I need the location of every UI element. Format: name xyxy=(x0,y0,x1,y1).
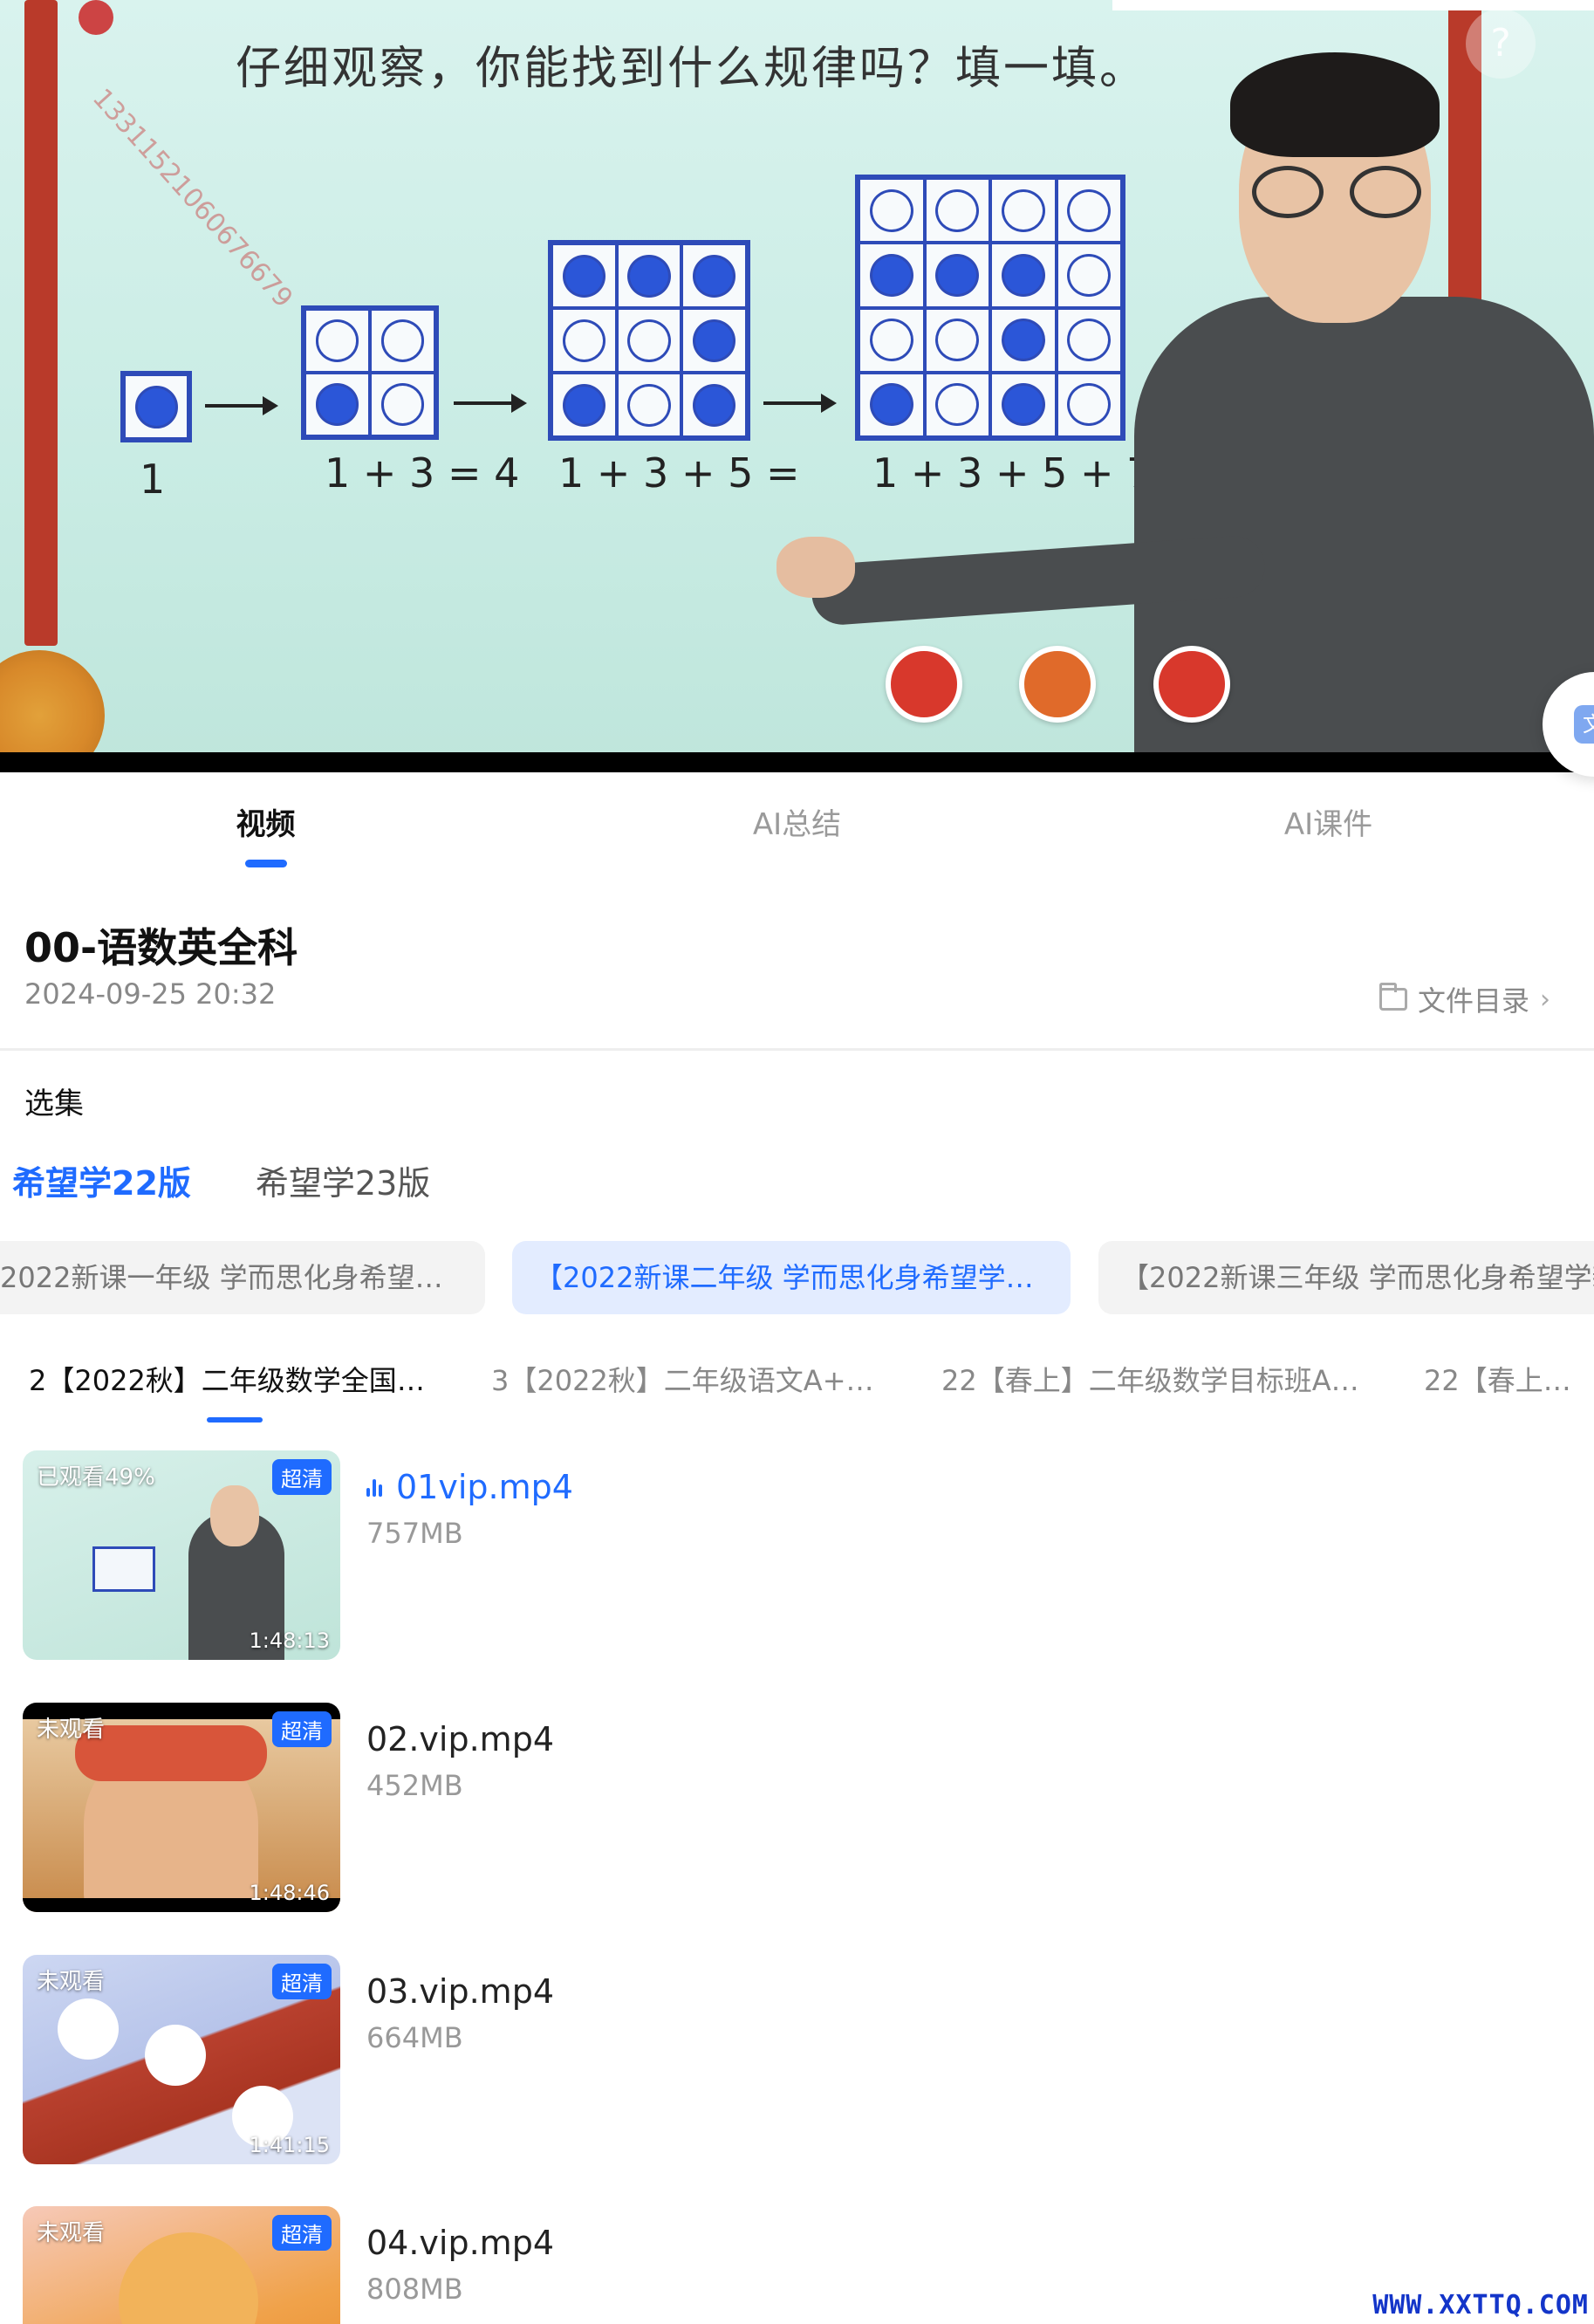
watch-status: 已观看49% xyxy=(37,1464,155,1491)
decor-pillar xyxy=(24,0,58,646)
upload-date: 2024-09-25 20:32 xyxy=(24,977,277,1011)
episode-item[interactable]: 未观看 超清 1:41:15 03.vip.mp4 664MB xyxy=(0,1955,1594,2182)
episode-title: 03.vip.mp4 xyxy=(366,1972,554,2011)
course-subtabs: 2【2022秋】二年级数学全国版... 3【2022秋】二年级语文A+王越 22… xyxy=(0,1354,1594,1424)
player-bottom-bar[interactable] xyxy=(0,752,1594,772)
grade-chip[interactable]: 【2022新课二年级 学而思化身希望学新... xyxy=(512,1241,1071,1314)
tab-video[interactable]: 视频 xyxy=(0,777,531,873)
arrow-icon xyxy=(454,394,527,413)
divider xyxy=(0,1048,1594,1051)
grade-chip[interactable]: 2022新课一年级 学而思化身希望学... xyxy=(0,1241,485,1314)
chevron-right-icon: › xyxy=(1540,984,1550,1015)
dot-grid-4 xyxy=(855,175,1125,441)
watch-status: 未观看 xyxy=(37,2220,106,2246)
quality-badge: 超清 xyxy=(272,1964,332,1999)
episode-thumbnail[interactable]: 未观看 超清 1:48:46 xyxy=(23,1703,340,1912)
version-selector: 希望学22版 希望学23版 xyxy=(12,1156,430,1204)
dot-grid-1 xyxy=(120,371,192,442)
episode-size: 808MB xyxy=(366,2273,463,2306)
help-icon[interactable]: ? xyxy=(1466,9,1536,79)
episode-size: 452MB xyxy=(366,1769,463,1802)
now-playing-icon xyxy=(366,1477,382,1497)
subtab-indicator xyxy=(207,1417,263,1423)
episode-name: 01vip.mp4 xyxy=(396,1468,573,1506)
episodes-section-label: 选集 xyxy=(24,1087,84,1121)
equation-label: 1 xyxy=(140,456,166,503)
episode-thumbnail[interactable]: 已观看49% 超清 1:48:13 xyxy=(23,1450,340,1660)
grade-chip[interactable]: 【2022新课三年级 学而思化身希望学新 xyxy=(1098,1241,1594,1314)
watch-status: 未观看 xyxy=(37,1969,106,1995)
flower-sticker-icon xyxy=(886,646,962,723)
episode-item[interactable]: 未观看 超清 1:48:46 02.vip.mp4 452MB xyxy=(0,1703,1594,1930)
dot-grid-3 xyxy=(548,240,750,441)
site-watermark: WWW.XXTTQ.COM xyxy=(1372,2290,1589,2321)
course-subtab[interactable]: 3【2022秋】二年级语文A+王越 xyxy=(491,1354,901,1407)
episode-thumbnail[interactable]: 未观看 超清 1:41:15 xyxy=(23,1955,340,2164)
equation-label: 1 + 3 = 4 xyxy=(325,449,520,497)
episode-name: 04.vip.mp4 xyxy=(366,2224,554,2262)
content-tabs: 视频 AI总结 AI课件 xyxy=(0,777,1594,873)
quality-badge: 超清 xyxy=(272,1711,332,1747)
equation-label: 1 + 3 + 5 + 7 xyxy=(872,449,1153,497)
version-tab-22[interactable]: 希望学22版 xyxy=(12,1156,191,1204)
episode-title: 02.vip.mp4 xyxy=(366,1720,554,1758)
episode-title: 04.vip.mp4 xyxy=(366,2224,554,2262)
episode-item[interactable]: 未观看 超清 04.vip.mp4 808MB xyxy=(0,2206,1594,2324)
equation-label: 1 + 3 + 5 = xyxy=(558,449,800,497)
video-frame: 13311521060676679 仔细观察，你能找到什么规律吗？填一填。 1 xyxy=(0,0,1594,772)
file-directory-label: 文件目录 xyxy=(1417,984,1529,1018)
watch-status: 未观看 xyxy=(37,1717,106,1743)
episode-size: 757MB xyxy=(366,1517,463,1550)
quality-badge: 超清 xyxy=(272,2215,332,2251)
episode-name: 02.vip.mp4 xyxy=(366,1720,554,1758)
arrow-icon xyxy=(205,396,278,415)
folder-icon xyxy=(1379,983,1407,1011)
duration-label: 1:41:15 xyxy=(249,2133,330,2157)
quality-badge: 超清 xyxy=(272,1459,332,1495)
page-title: 00-语数英全科 xyxy=(24,924,298,971)
decor-seal xyxy=(79,0,113,35)
monkey-sticker-icon xyxy=(1019,646,1096,723)
dot-grid-2 xyxy=(301,305,439,440)
episode-name: 03.vip.mp4 xyxy=(366,1972,554,2011)
video-player[interactable]: 13311521060676679 仔细观察，你能找到什么规律吗？填一填。 1 xyxy=(0,0,1594,772)
episode-size: 664MB xyxy=(366,2021,463,2054)
grade-chips: 2022新课一年级 学而思化身希望学... 【2022新课二年级 学而思化身希望… xyxy=(0,1241,1594,1314)
video-watermark: 13311521060676679 xyxy=(86,83,299,314)
tab-ai-summary[interactable]: AI总结 xyxy=(531,777,1063,873)
duration-label: 1:48:46 xyxy=(249,1881,330,1905)
sticker-icon xyxy=(1153,646,1230,723)
episode-item[interactable]: 已观看49% 超清 1:48:13 01vip.mp4 757MB xyxy=(0,1450,1594,1677)
arrow-icon xyxy=(763,394,837,413)
version-tab-23[interactable]: 希望学23版 xyxy=(256,1156,430,1204)
episode-title: 01vip.mp4 xyxy=(366,1468,573,1506)
duration-label: 1:48:13 xyxy=(249,1628,330,1653)
tab-ai-courseware[interactable]: AI课件 xyxy=(1063,777,1594,873)
course-subtab[interactable]: 22【春上】二 xyxy=(1424,1354,1594,1407)
episode-thumbnail[interactable]: 未观看 超清 xyxy=(23,2206,340,2324)
course-subtab[interactable]: 2【2022秋】二年级数学全国版... xyxy=(29,1354,448,1407)
top-overlay-bar xyxy=(1112,0,1594,10)
translate-icon: 文 xyxy=(1574,705,1594,744)
course-subtab[interactable]: 22【春上】二年级数学目标班A+... xyxy=(941,1354,1369,1407)
lesson-question: 仔细观察，你能找到什么规律吗？填一填。 xyxy=(236,43,1148,95)
file-directory-link[interactable]: 文件目录 › xyxy=(1379,979,1550,1019)
